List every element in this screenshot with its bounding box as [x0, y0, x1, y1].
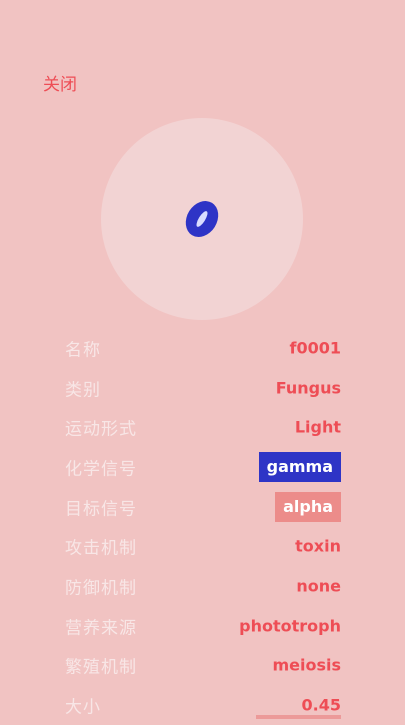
attr-label: 防御机制 [65, 578, 137, 599]
attr-row-attack: 攻击机制 toxin [65, 526, 341, 566]
attr-label: 类别 [65, 380, 101, 401]
attr-value-attack: toxin [295, 536, 341, 556]
attr-value-reproduction: meiosis [272, 655, 341, 675]
attr-label: 繁殖机制 [65, 657, 137, 678]
chemical-signal-badge: gamma [258, 451, 341, 482]
close-button[interactable]: 关闭 [43, 70, 77, 95]
attr-value-name: f0001 [289, 338, 342, 358]
organism-icon [185, 201, 219, 237]
attribute-list: 名称 f0001 类别 Fungus 运动形式 Light 化学信号 gamma… [65, 328, 341, 725]
attr-label: 大小 [65, 697, 101, 718]
attr-value-nutrition: phototroph [239, 616, 341, 636]
attr-label: 运动形式 [65, 419, 137, 440]
attr-value-motility: Light [294, 417, 341, 437]
attr-row-defense: 防御机制 none [65, 566, 341, 606]
attr-row-target-signal: 目标信号 alpha [65, 487, 341, 527]
attr-row-reproduction: 繁殖机制 meiosis [65, 646, 341, 686]
attr-value-defense: none [296, 576, 341, 596]
attr-label: 名称 [65, 340, 101, 361]
attr-row-name: 名称 f0001 [65, 328, 341, 368]
attr-label: 攻击机制 [65, 538, 137, 559]
attr-row-motility: 运动形式 Light [65, 407, 341, 447]
attr-label: 目标信号 [65, 499, 137, 520]
attr-label: 化学信号 [65, 459, 137, 480]
target-signal-badge: alpha [275, 491, 341, 522]
attr-row-nutrition: 营养来源 phototroph [65, 606, 341, 646]
attr-row-chemical-signal: 化学信号 gamma [65, 447, 341, 487]
organism-preview [101, 118, 303, 320]
attr-label: 营养来源 [65, 618, 137, 639]
attr-value-category: Fungus [275, 378, 341, 398]
attr-row-category: 类别 Fungus [65, 368, 341, 408]
attr-value-size: 0.45 [301, 695, 341, 715]
size-bar [256, 715, 341, 719]
